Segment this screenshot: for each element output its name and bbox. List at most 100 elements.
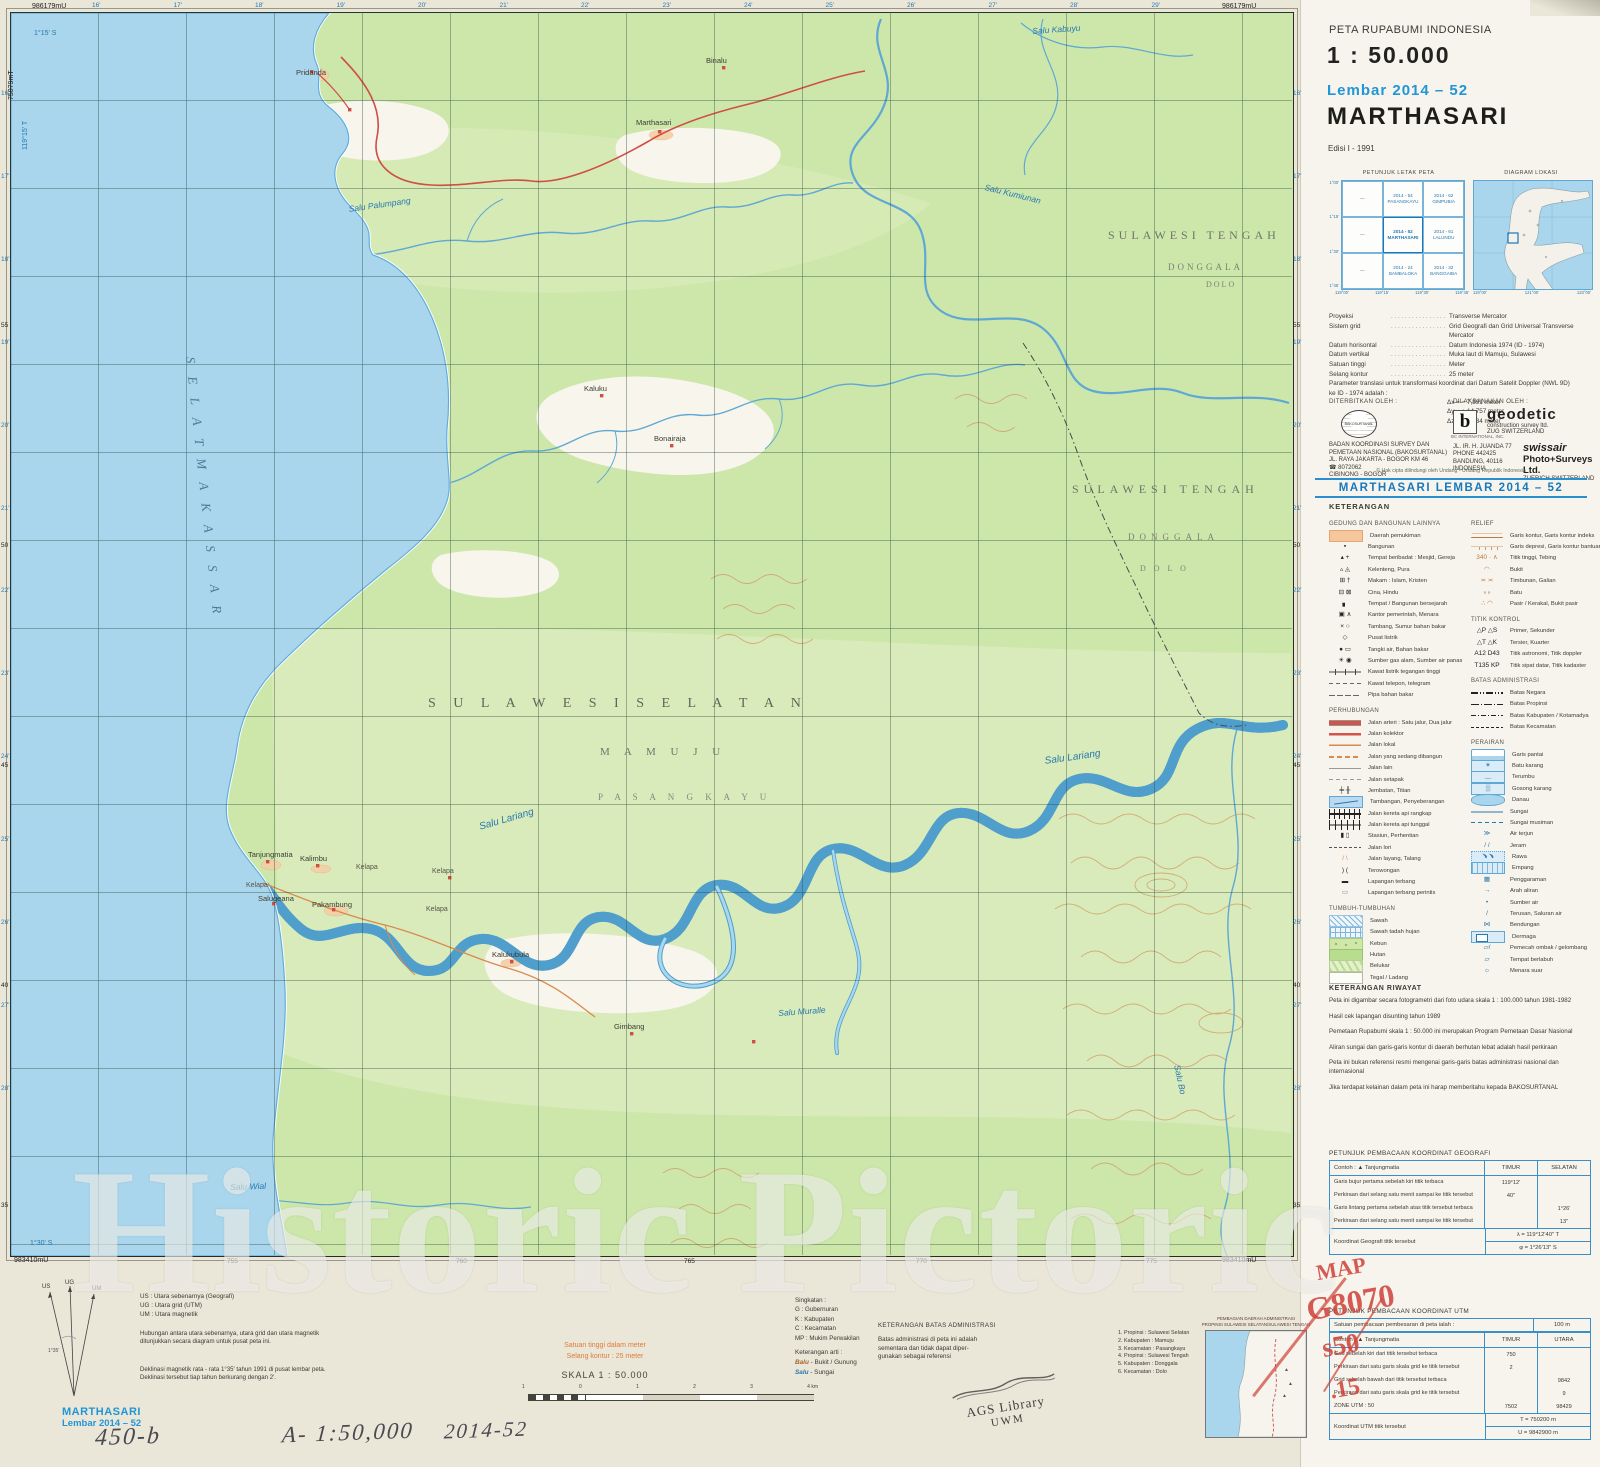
legend-swatch-wtr-tex: ▒ bbox=[1471, 783, 1505, 795]
legend-swatch-wtr-rawa: ﹅﹅ bbox=[1471, 851, 1505, 863]
legend-item-label: Tersier, Kuarter bbox=[1510, 640, 1549, 646]
pencil-annotation-2: A- 1:50,000 bbox=[281, 1418, 415, 1449]
legend-swatch-bnd4 bbox=[1471, 727, 1503, 728]
guide-row: Grid sebelah kiri dari titik tersebut te… bbox=[1330, 1348, 1590, 1361]
metadata-label: Datum horisontal bbox=[1329, 341, 1391, 351]
legend-swatch-veg-sawah2 bbox=[1329, 926, 1363, 938]
legend-swatch-glyph-bl: ≫ bbox=[1471, 829, 1503, 839]
legend-swatch-rel-contour bbox=[1471, 531, 1503, 541]
guide-row-east: 2 bbox=[1484, 1361, 1537, 1374]
legend-item: Jalan lain bbox=[1329, 762, 1467, 773]
index-cell-name: BANGGAIBA bbox=[1430, 271, 1457, 277]
legend-item-label: Jalan lori bbox=[1368, 845, 1391, 851]
legend-item-label: Jalan kereta api rangkap bbox=[1368, 811, 1432, 817]
corner-easting-tl: 75079mT bbox=[8, 70, 15, 100]
index-cell: 2014 - 61LALUNDU bbox=[1423, 217, 1464, 253]
legend-item: Sungai musiman bbox=[1471, 817, 1597, 828]
index-cell-name: PASANGKAYU bbox=[1388, 199, 1419, 205]
legend-item: Kebun bbox=[1329, 938, 1467, 949]
legend-swatch-glyph: ▬ bbox=[1329, 877, 1361, 887]
legend-item: ▒ Gosong karang bbox=[1471, 783, 1597, 794]
executor-address-line: PHONE 442425 bbox=[1453, 451, 1512, 458]
legend-item-label: Stasiun, Perhentian bbox=[1368, 833, 1419, 839]
legend-item: △P △SPrimer, Sekunder bbox=[1471, 626, 1597, 637]
legend-item: ▬Lapangan terbang bbox=[1329, 876, 1467, 887]
legend-swatch-bnd3 bbox=[1471, 715, 1503, 716]
legend-item: ≫Air terjun bbox=[1471, 829, 1597, 840]
legend-item-label: Batas Kabupaten / Kotamadya bbox=[1510, 713, 1589, 719]
scalebar-label: 2 bbox=[693, 1384, 696, 1390]
meaning-term: Salu bbox=[795, 1369, 809, 1376]
guide-row: Perkiraan dari satu garis skala grid ke … bbox=[1330, 1361, 1590, 1374]
legend-swatch-wtr-derm bbox=[1471, 931, 1505, 943]
legend-swatch-glyph: ▵ ◬ bbox=[1329, 565, 1361, 575]
legend-item-label: Tempat berlabuh bbox=[1510, 957, 1553, 963]
metadata-value: Muka laut di Mamuju, Sulawesi bbox=[1449, 350, 1591, 360]
red-annotation-s50: s50 bbox=[1320, 1327, 1362, 1364]
us-arrow-label: US bbox=[42, 1284, 50, 1290]
um-arrow-label: UM bbox=[92, 1286, 101, 1292]
legend-column-right: RELIEFGaris kontur, Garis kontur indeksG… bbox=[1471, 514, 1597, 977]
admin-note-line: Batas administrasi di peta ini adalah bbox=[878, 1336, 1028, 1345]
legend-item: ▣ ∧Kantor pemerintah, Menara bbox=[1329, 610, 1467, 621]
legend-item-label: Bendungan bbox=[1510, 922, 1540, 928]
legend-swatch-veg-kebun bbox=[1329, 938, 1363, 950]
legend-item-label: Daerah pemukiman bbox=[1370, 533, 1421, 539]
metadata-label: Sistem grid bbox=[1329, 322, 1391, 341]
legend-item-label: Sungai musiman bbox=[1510, 820, 1553, 826]
legend-item: ✶Batu karang bbox=[1471, 760, 1597, 771]
legend-item: ◠Bukit bbox=[1471, 564, 1597, 575]
index-lon-tick: 119°30' bbox=[1415, 290, 1429, 295]
metadata-leader: . . . . . . . . . . . . . . . . bbox=[1391, 322, 1449, 341]
guide-result-values: T = 750200 mU = 9842900 m bbox=[1485, 1414, 1590, 1439]
metadata-label: Proyeksi bbox=[1329, 312, 1391, 322]
sheet-label-name: MARTHASARI bbox=[62, 1406, 141, 1418]
guide-result-1: λ = 119°12'40" T bbox=[1486, 1229, 1590, 1242]
legend-item-label: Jalan setapak bbox=[1368, 777, 1404, 783]
bc-international-logo-icon: b bbox=[1453, 410, 1477, 434]
legend-item-label: Gosong karang bbox=[1512, 786, 1552, 792]
sheet-band: MARTHASARI LEMBAR 2014 – 52 bbox=[1315, 478, 1587, 498]
legend-item-label: Sumber air bbox=[1510, 900, 1538, 906]
legend-item: Jalan lokal bbox=[1329, 740, 1467, 751]
legend-swatch-glyph: ▮ ▯ bbox=[1329, 831, 1361, 841]
legend-item-label: Batas Negara bbox=[1510, 690, 1545, 696]
legend-section-title: PERHUBUNGAN bbox=[1329, 708, 1467, 714]
metadata-row: Selang kontur. . . . . . . . . . . . . .… bbox=[1329, 370, 1591, 380]
legend-swatch-rd-lori bbox=[1329, 847, 1361, 848]
legend-swatch-wtr-empang bbox=[1471, 862, 1505, 874]
legend-section-title: TITIK KONTROL bbox=[1471, 617, 1597, 623]
legend-item: Sawah bbox=[1329, 915, 1467, 926]
guide-row-label: Garis lintang pertama sebelah atas titik… bbox=[1330, 1202, 1484, 1215]
admin-minimap-title: PEMBAGIAN DAERAH ADMINISTRASIPROPINSI SU… bbox=[1196, 1316, 1316, 1328]
legend-item-label: Sumber gas alam, Sumber air panas bbox=[1368, 658, 1462, 664]
index-cell: 2014 - 24BAMBALOKA bbox=[1383, 253, 1424, 289]
history-notes: KETERANGAN RIWAYAT Peta ini digambar sec… bbox=[1329, 985, 1591, 1099]
guide-result: Koordinat Geografi titik tersebutλ = 119… bbox=[1330, 1228, 1590, 1254]
guide-result-label: Koordinat Geografi titik tersebut bbox=[1330, 1229, 1485, 1254]
legend-item-label: Jalan lokal bbox=[1368, 742, 1395, 748]
executor-address-line: BANDUNG, 40116 bbox=[1453, 459, 1512, 466]
admin-boundary-note: KETERANGAN BATAS ADMINISTRASI Batas admi… bbox=[878, 1322, 1028, 1362]
legend-item-label: Batu karang bbox=[1512, 763, 1543, 769]
declination-diagram: US UG UM 1°35' bbox=[18, 1278, 118, 1408]
legend-item: Belukar bbox=[1329, 961, 1467, 972]
legend-item: •Sumber air bbox=[1471, 897, 1597, 908]
legend-swatch-glyph-br: ◠ bbox=[1471, 565, 1503, 575]
index-lat-tick: 1°45' bbox=[1330, 283, 1339, 288]
legend-item: ⊞ †Makam : Islam, Kristen bbox=[1329, 576, 1467, 587]
map-artwork bbox=[11, 13, 1293, 1256]
legend-item: Kawat telepon, telegram bbox=[1329, 678, 1467, 689]
legend-item-label: Tempat beribadat : Mesjid, Gereja bbox=[1368, 555, 1455, 561]
legend-item-label: Jeram bbox=[1510, 843, 1526, 849]
guide-row-other: 98429 bbox=[1537, 1400, 1590, 1413]
legend-item-label: Penggaraman bbox=[1510, 877, 1546, 883]
index-lon-tick: 119°45' bbox=[1455, 290, 1469, 295]
north-definition: UG : Utara grid (UTM) bbox=[140, 1301, 234, 1310]
legend-item-label: Lapangan terbang perintis bbox=[1368, 890, 1435, 896]
edition-label: Edisi I - 1991 bbox=[1328, 144, 1375, 153]
legend-item-label: Jalan arteri : Satu jalur, Dua jalur bbox=[1368, 720, 1452, 726]
legend-item: Jalan setapak bbox=[1329, 774, 1467, 785]
legend-item: / \Jalan layang, Talang bbox=[1329, 854, 1467, 865]
legend-section-title: BATAS ADMINISTRASI bbox=[1471, 678, 1597, 684]
